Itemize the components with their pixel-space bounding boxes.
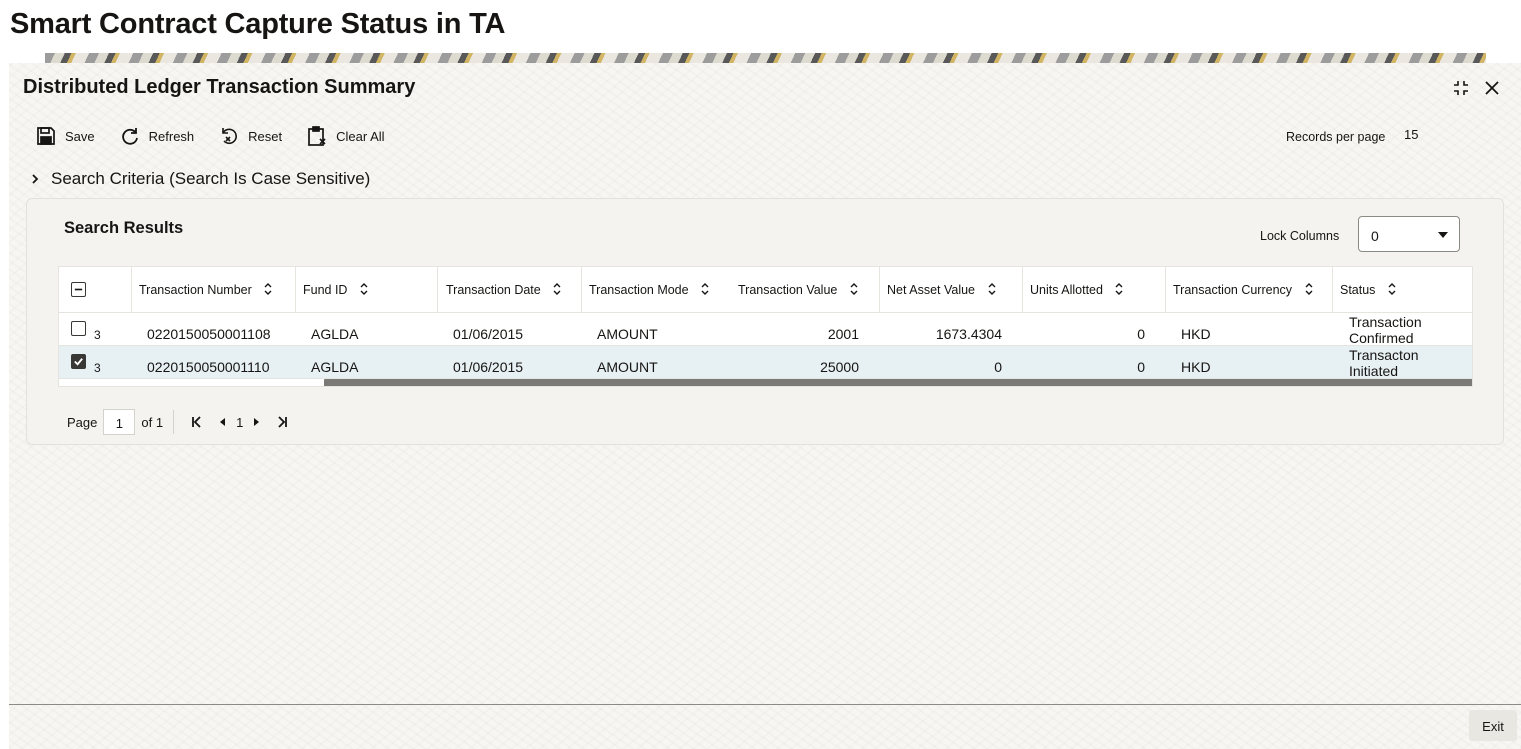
column-header-fund-id[interactable]: Fund ID bbox=[295, 267, 437, 313]
cell-status: Transaction Confirmed bbox=[1349, 314, 1422, 346]
row-checkbox[interactable] bbox=[71, 354, 86, 369]
cell-transaction-date: 01/06/2015 bbox=[453, 326, 524, 342]
caret-down-icon bbox=[1438, 232, 1448, 238]
page-title: Smart Contract Capture Status in TA bbox=[10, 8, 506, 40]
cell-transaction-currency: HKD bbox=[1181, 326, 1211, 342]
cell-transaction-value: 2001 bbox=[827, 326, 859, 342]
sort-icon[interactable] bbox=[359, 283, 369, 296]
cell-transaction-currency: HKD bbox=[1181, 359, 1211, 375]
pagination: Page 1 of 1 1 bbox=[67, 409, 295, 435]
sort-icon[interactable] bbox=[849, 283, 859, 296]
search-results-title: Search Results bbox=[64, 219, 184, 237]
clipped-cell: 3 bbox=[94, 361, 101, 375]
horizontal-scrollbar[interactable] bbox=[324, 379, 1472, 386]
footer-divider bbox=[9, 704, 1521, 705]
maximize-icon[interactable] bbox=[1450, 77, 1472, 99]
last-page-icon[interactable] bbox=[275, 415, 289, 429]
row-checkbox[interactable] bbox=[71, 321, 86, 336]
sort-icon[interactable] bbox=[263, 283, 273, 296]
sort-icon[interactable] bbox=[987, 283, 997, 296]
first-page-icon[interactable] bbox=[190, 415, 204, 429]
clear-all-button[interactable]: Clear All bbox=[306, 125, 385, 147]
column-header-net-asset-value[interactable]: Net Asset Value bbox=[879, 267, 1022, 313]
cell-transaction-value: 25000 bbox=[820, 359, 859, 375]
toolbar: Save Refresh Reset Clear All bbox=[35, 125, 409, 147]
next-page-icon[interactable] bbox=[249, 415, 263, 429]
sort-icon[interactable] bbox=[1387, 283, 1397, 296]
cell-transaction-date: 01/06/2015 bbox=[453, 359, 524, 375]
column-header-transaction-number[interactable]: Transaction Number bbox=[131, 267, 295, 313]
table-header-row: Transaction Number Fund ID Transaction D… bbox=[59, 267, 1472, 313]
sort-icon[interactable] bbox=[1304, 283, 1314, 296]
clipped-cell: 3 bbox=[94, 328, 101, 342]
table-row[interactable]: 3 0220150050001108 AGLDA 01/06/2015 AMOU… bbox=[59, 313, 1472, 346]
refresh-label: Refresh bbox=[148, 128, 195, 144]
column-header-units-allotted[interactable]: Units Allotted bbox=[1022, 267, 1165, 313]
chevron-right-icon bbox=[32, 174, 39, 184]
exit-button[interactable]: Exit bbox=[1469, 710, 1517, 741]
current-page-number[interactable]: 1 bbox=[236, 415, 243, 430]
search-results-panel: Search Results Lock Columns 0 Transactio… bbox=[26, 198, 1504, 445]
cell-transaction-mode: AMOUNT bbox=[597, 326, 658, 342]
search-criteria-toggle[interactable]: Search Criteria (Search Is Case Sensitiv… bbox=[29, 169, 370, 189]
table-row[interactable]: 3 0220150050001110 AGLDA 01/06/2015 AMOU… bbox=[59, 346, 1472, 379]
cell-transaction-number: 0220150050001110 bbox=[147, 359, 270, 375]
reset-icon bbox=[222, 128, 238, 145]
column-header-transaction-currency[interactable]: Transaction Currency bbox=[1165, 267, 1332, 313]
page-label: Page bbox=[67, 414, 98, 430]
clear-all-label: Clear All bbox=[336, 128, 385, 144]
sort-icon[interactable] bbox=[552, 283, 562, 296]
cell-fund-id: AGLDA bbox=[311, 326, 359, 342]
save-icon bbox=[37, 127, 55, 145]
cell-status: Transacton Initiated bbox=[1349, 347, 1419, 379]
select-all-checkbox[interactable] bbox=[71, 282, 86, 297]
save-label: Save bbox=[65, 128, 95, 144]
results-table: Transaction Number Fund ID Transaction D… bbox=[58, 266, 1473, 387]
window-title: Distributed Ledger Transaction Summary bbox=[23, 76, 416, 98]
refresh-button[interactable]: Refresh bbox=[119, 125, 195, 147]
cell-transaction-number: 0220150050001108 bbox=[147, 326, 271, 342]
lock-columns-select[interactable]: 0 bbox=[1358, 216, 1460, 252]
cell-net-asset-value: 1673.4304 bbox=[935, 326, 1002, 342]
clipboard-clear-icon bbox=[308, 126, 326, 146]
save-button[interactable]: Save bbox=[35, 125, 95, 147]
cell-fund-id: AGLDA bbox=[311, 359, 359, 375]
cell-net-asset-value: 0 bbox=[994, 359, 1002, 375]
records-per-page-label: Records per page bbox=[1286, 130, 1386, 144]
previous-page-icon[interactable] bbox=[216, 415, 230, 429]
reset-button[interactable]: Reset bbox=[218, 125, 282, 147]
page-of-label: of 1 bbox=[141, 414, 164, 430]
reset-label: Reset bbox=[248, 128, 283, 144]
sort-icon[interactable] bbox=[700, 283, 710, 296]
column-header-transaction-mode[interactable]: Transaction Mode bbox=[581, 267, 723, 313]
pager-divider bbox=[173, 410, 175, 434]
refresh-icon bbox=[121, 128, 138, 145]
column-header-transaction-value[interactable]: Transaction Value bbox=[723, 267, 879, 313]
column-header-transaction-date[interactable]: Transaction Date bbox=[437, 267, 581, 313]
decorative-banner bbox=[45, 53, 1486, 63]
column-header-status[interactable]: Status bbox=[1332, 267, 1472, 313]
summary-window: Distributed Ledger Transaction Summary S… bbox=[9, 63, 1521, 749]
search-criteria-label: Search Criteria (Search Is Case Sensitiv… bbox=[51, 169, 371, 188]
lock-columns-label: Lock Columns bbox=[1260, 229, 1340, 243]
sort-icon[interactable] bbox=[1114, 283, 1124, 296]
cell-units-allotted: 0 bbox=[1137, 326, 1145, 342]
close-icon[interactable] bbox=[1481, 77, 1503, 99]
records-per-page-value[interactable]: 15 bbox=[1404, 127, 1418, 142]
cell-transaction-mode: AMOUNT bbox=[597, 359, 658, 375]
lock-columns-value: 0 bbox=[1371, 228, 1379, 244]
cell-units-allotted: 0 bbox=[1137, 359, 1145, 375]
page-number-input[interactable]: 1 bbox=[103, 409, 136, 435]
